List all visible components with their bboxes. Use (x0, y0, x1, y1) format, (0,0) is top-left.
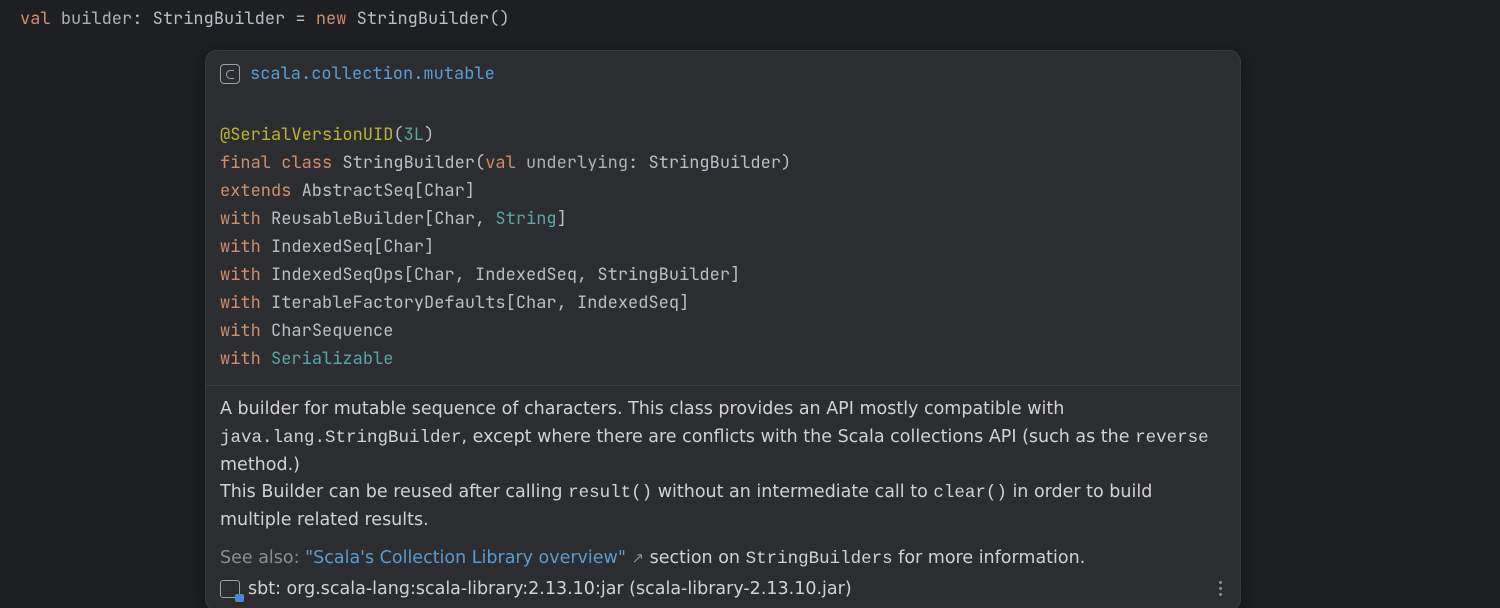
doc-p2-a: This Builder can be reused after calling (220, 482, 568, 502)
code-line-1[interactable]: val builder: StringBuilder = new StringB… (20, 6, 1480, 33)
see-also-mono: StringBuilders (746, 549, 893, 569)
sig-close-paren: ) (781, 152, 791, 174)
sbt-coordinates: sbt: org.scala-lang:scala-library:2.13.1… (248, 579, 852, 599)
keyword-val: val (20, 8, 51, 30)
external-link-icon: ↗ (631, 549, 644, 567)
doc-p2-b: without an intermediate call to (652, 482, 933, 502)
doc-p1-c: method.) (220, 455, 300, 475)
with-type-2: IndexedSeq[Char] (271, 236, 434, 258)
class-icon (220, 64, 240, 84)
ctor-call: StringBuilder() (357, 8, 510, 30)
popup-footer: sbt: org.scala-lang:scala-library:2.13.1… (206, 571, 1240, 608)
keyword-with-2: with (220, 236, 261, 258)
popup-header: scala.collection.mutable (206, 51, 1240, 89)
keyword-with-1: with (220, 208, 261, 230)
param-type: StringBuilder (648, 152, 781, 174)
signature-block: @SerialVersionUID(3L) final class String… (206, 89, 1240, 385)
see-also-label: See also: (220, 548, 305, 568)
annotation-paren-close: ) (424, 124, 434, 146)
quickdoc-popup: scala.collection.mutable @SerialVersionU… (205, 50, 1241, 608)
colon: : (132, 8, 152, 30)
doc-p1-code2: reverse (1135, 428, 1209, 448)
with-type-3: IndexedSeqOps[Char, IndexedSeq, StringBu… (271, 264, 740, 286)
keyword-with-5: with (220, 320, 261, 342)
param-colon: : (628, 152, 648, 174)
doc-paragraph-1: A builder for mutable sequence of charac… (220, 396, 1226, 478)
ident-builder: builder (61, 8, 132, 30)
keyword-val-param: val (485, 152, 516, 174)
type-stringbuilder: StringBuilder (153, 8, 286, 30)
more-actions-button[interactable] (1215, 577, 1226, 600)
param-underlying: underlying (526, 152, 628, 174)
see-also-link[interactable]: "Scala's Collection Library overview" (305, 548, 626, 568)
keyword-with-6: with (220, 348, 261, 370)
annotation-paren-open: ( (393, 124, 403, 146)
see-also-section: See also: "Scala's Collection Library ov… (206, 542, 1240, 571)
see-also-rest-b: for more information. (893, 548, 1086, 568)
with-type-1a: ReusableBuilder[Char, (271, 208, 495, 230)
editor-area[interactable]: val builder: StringBuilder = new StringB… (0, 0, 1500, 39)
with-type-5: CharSequence (271, 320, 393, 342)
doc-p1-b: , except where there are conflicts with … (462, 427, 1136, 447)
doc-p1-code1: java.lang.StringBuilder (220, 428, 462, 448)
keyword-new: new (316, 8, 347, 30)
doc-body: A builder for mutable sequence of charac… (206, 385, 1240, 542)
keyword-class: class (281, 152, 332, 174)
class-name: StringBuilder (342, 152, 475, 174)
annotation-name: @SerialVersionUID (220, 124, 393, 146)
annotation-value: 3L (404, 124, 424, 146)
see-also-rest-a: section on (644, 548, 746, 568)
doc-p2-code2: clear() (933, 483, 1007, 503)
with-type-1b: ] (557, 208, 567, 230)
keyword-with-4: with (220, 292, 261, 314)
extends-type: AbstractSeq[Char] (302, 180, 475, 202)
sig-open-paren: ( (475, 152, 485, 174)
package-link[interactable]: scala.collection.mutable (250, 63, 495, 85)
doc-p2-code1: result() (568, 483, 652, 503)
keyword-with-3: with (220, 264, 261, 286)
with-type-4: IterableFactoryDefaults[Char, IndexedSeq… (271, 292, 689, 314)
with-type-6: Serializable (271, 348, 393, 370)
equals: = (285, 8, 316, 30)
doc-paragraph-2: This Builder can be reused after calling… (220, 479, 1226, 534)
keyword-final: final (220, 152, 271, 174)
doc-p1-a: A builder for mutable sequence of charac… (220, 399, 1064, 419)
library-icon (220, 580, 240, 598)
keyword-extends: extends (220, 180, 291, 202)
type-string: String (495, 208, 556, 230)
